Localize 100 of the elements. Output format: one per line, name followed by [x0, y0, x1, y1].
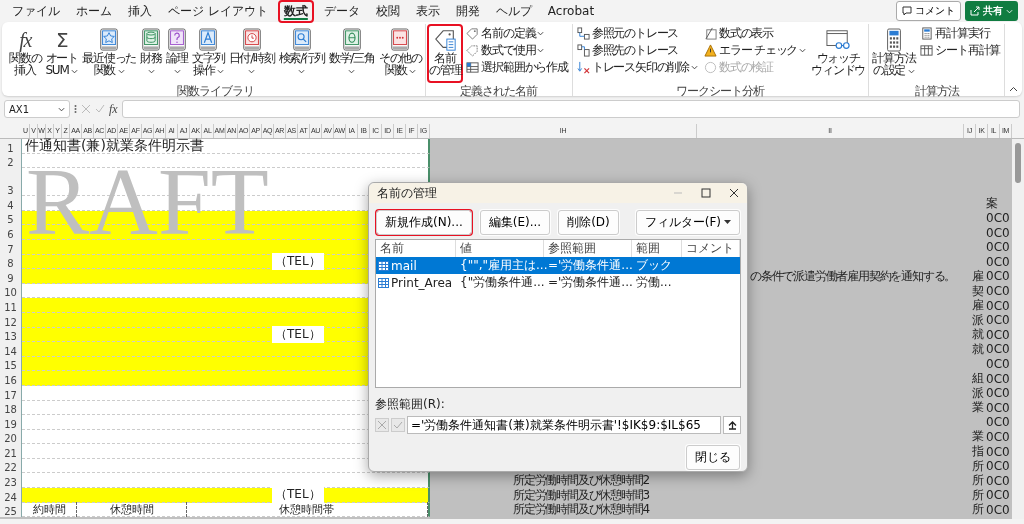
table-cell: 休憩時間帯	[187, 501, 428, 517]
chevron-up-icon[interactable]	[1009, 86, 1018, 92]
check-icon[interactable]	[95, 104, 105, 114]
caret-icon	[1006, 8, 1013, 14]
cell-text: 所	[972, 487, 984, 502]
ribbon-button[interactable]: エラー チェック	[702, 42, 808, 58]
row-header[interactable]: 16	[0, 371, 22, 386]
up-arrow-icon	[727, 420, 737, 430]
ribbon-tab[interactable]: 挿入	[122, 0, 158, 23]
tag-icon	[466, 43, 480, 57]
cell-text: 0C0	[986, 371, 1010, 386]
cancel-icon[interactable]	[81, 104, 91, 114]
slash-box-icon	[703, 26, 717, 40]
cell-text: 所定労働時間及び休憩時間4	[513, 501, 650, 519]
dots-book-icon	[389, 27, 412, 52]
ribbon-button[interactable]: 選択範囲から作成	[465, 59, 569, 75]
row-header[interactable]: 1	[0, 139, 22, 154]
ribbon-button[interactable]: 再計算実行	[919, 25, 1002, 41]
cancel-icon[interactable]	[375, 418, 389, 432]
ribbon-tab[interactable]: ファイル	[6, 0, 66, 23]
close-button[interactable]: 閉じる	[685, 444, 741, 471]
ribbon-button[interactable]: 財務	[138, 24, 165, 83]
cell-text: 0C0	[986, 430, 1010, 444]
ribbon-tab[interactable]: ページ レイアウト	[162, 0, 274, 23]
refers-to-field[interactable]: ='労働条件通知書(兼)就業条件明示書'!$IK$9:$IL$65	[407, 416, 721, 434]
star-book-icon	[98, 27, 121, 52]
close-icon[interactable]	[729, 188, 739, 199]
row-header[interactable]: 9	[0, 269, 22, 284]
vertical-scrollbar[interactable]	[1012, 139, 1024, 519]
ribbon-tab[interactable]: データ	[317, 0, 366, 23]
ribbon-button[interactable]: 数式の表示	[702, 25, 808, 41]
cell-text: 0C0	[986, 313, 1010, 328]
cell-text: 就	[972, 327, 984, 342]
ribbon-button[interactable]: ウォッチ ウィンドウ	[809, 24, 868, 83]
ribbon-button[interactable]: 最近使った 関数	[80, 24, 139, 83]
ribbon-button[interactable]: 参照先のトレース	[575, 42, 699, 58]
cell-text: 雇	[972, 268, 984, 283]
ribbon-button[interactable]: 検索/行列	[276, 24, 327, 83]
ribbon-button[interactable]: 数式で使用	[465, 42, 569, 58]
ribbon-tab[interactable]: 校閲	[369, 0, 406, 23]
cell-text: 0C0	[986, 400, 1010, 415]
formula-input[interactable]	[121, 100, 1020, 118]
ribbon-button[interactable]: fx 関数の 挿入	[7, 24, 44, 83]
ribbon-button[interactable]: 参照元のトレース	[575, 25, 699, 41]
row-header[interactable]: 21	[0, 444, 22, 459]
comment-button[interactable]: コメント	[896, 1, 961, 21]
filter-button[interactable]: フィルター(F)	[634, 209, 741, 237]
row-header[interactable]: 11	[0, 298, 22, 313]
share-button[interactable]: 共有	[965, 1, 1018, 21]
cell-text: 所	[972, 458, 984, 473]
collapse-button[interactable]	[723, 416, 741, 434]
dialog-button[interactable]: 編集(E)...	[478, 209, 552, 237]
window-glasses-icon	[825, 27, 852, 52]
list-row[interactable]: Print_Area {"労働条件通... ='労働条件通... 労働...	[376, 274, 740, 292]
list-cell-text: {"労働条件通...	[459, 274, 544, 292]
insert-function-button[interactable]: fx	[109, 101, 118, 117]
list-cell-text: ='労働条件通...	[547, 274, 632, 292]
ribbon-tab[interactable]: ヘルプ	[489, 0, 538, 23]
ribbon-tab[interactable]: 開発	[449, 0, 486, 23]
cell-text: 0C0	[986, 211, 1010, 226]
cell-text: 0C0	[986, 459, 1010, 474]
cell-text: 就	[972, 341, 984, 356]
row-header[interactable]: 4	[0, 196, 22, 211]
check-icon[interactable]	[391, 418, 405, 432]
cell-text: 所定労働時間及び休憩時間2	[513, 472, 650, 489]
ribbon-button[interactable]: 計算方法 の設定	[870, 24, 918, 83]
name-box[interactable]: AX1	[4, 100, 70, 118]
magnifier-book-icon	[290, 27, 313, 52]
dialog-button[interactable]: 削除(D)	[557, 209, 620, 237]
ribbon-tab[interactable]: ホーム	[70, 0, 118, 23]
ribbon-button[interactable]: トレース矢印の削除	[575, 59, 699, 75]
maximize-icon[interactable]	[701, 188, 711, 199]
calculator-icon	[920, 26, 934, 40]
cell-text: 0C0	[986, 415, 1010, 430]
ribbon-button[interactable]: 論理	[164, 24, 191, 83]
list-cell: mail	[391, 258, 417, 273]
ribbon-button[interactable]: シート再計算	[919, 42, 1002, 58]
ribbon-button[interactable]: 名前の定義	[465, 25, 569, 41]
row-header[interactable]: 19	[0, 415, 22, 430]
ribbon-button[interactable]: 日付/時刻	[226, 24, 277, 83]
row-header[interactable]: 24	[0, 488, 22, 503]
row-header[interactable]: 23	[0, 473, 22, 489]
row-header[interactable]: 14	[0, 342, 22, 357]
table-cell: 約時間	[22, 501, 78, 517]
ribbon-button[interactable]: Σ オート SUM	[43, 24, 81, 83]
ribbon-tab[interactable]: 表示	[409, 0, 446, 23]
row-header[interactable]: 3	[0, 168, 22, 197]
table-cell: 休憩時間	[77, 501, 187, 517]
cell-text: 0C0	[986, 225, 1010, 240]
ribbon-button[interactable]: 文字列 操作	[190, 24, 227, 83]
dialog-button[interactable]: 新規作成(N)...	[375, 209, 473, 237]
ribbon-button[interactable]: 数学/三角	[326, 24, 377, 83]
more-icon[interactable]	[74, 104, 77, 114]
list-row[interactable]: mail {"","雇用主は...='労働条件通... ブック	[376, 257, 740, 275]
cell-text: 案	[986, 196, 998, 210]
cell-text: 雇	[972, 298, 984, 313]
row-header[interactable]: 6	[0, 225, 22, 240]
cell-text: 所	[972, 473, 984, 488]
ribbon-button[interactable]: その他の 関数	[376, 24, 424, 83]
ribbon-tab[interactable]: Acrobat	[541, 1, 601, 21]
